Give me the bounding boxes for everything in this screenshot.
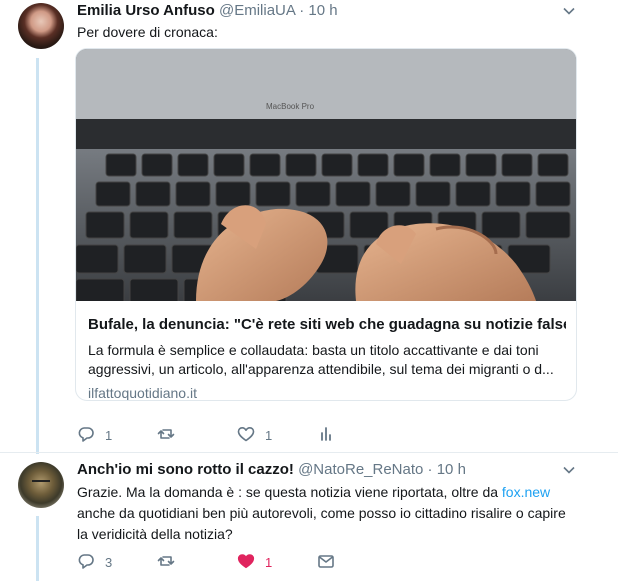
card-description: La formula è semplice e collaudata: bast… [88,342,554,377]
analytics-button[interactable] [317,425,335,446]
avatar[interactable] [18,462,64,508]
like-count: 1 [265,428,273,443]
reply-icon [77,552,95,573]
card-domain[interactable]: ilfattoquotidiano.it [88,385,566,400]
retweet-icon [157,425,175,446]
caret-down-icon[interactable] [562,4,576,18]
avatar-glasses [32,480,50,485]
user-handle[interactable]: @NatoRe_ReNato [298,461,423,478]
reply-icon [77,425,95,446]
retweet-button[interactable] [157,552,185,573]
like-icon [237,425,255,446]
card-image-text: MacBook Pro [266,102,315,111]
card-body: Bufale, la denuncia: "C'è rete siti web … [88,315,566,400]
tweet-header: Anch'io mi sono rotto il cazzo! @NatoRe_… [77,461,466,478]
tweet-text-part: anche da quotidiani ben più autorevoli, … [77,505,566,542]
avatar[interactable] [18,3,64,49]
like-button[interactable]: 1 [237,552,272,573]
caret-down-icon[interactable] [562,463,576,477]
reply-button[interactable]: 1 [77,425,112,446]
display-name[interactable]: Anch'io mi sono rotto il cazzo! [77,461,294,478]
card-image: MacBook Pro [76,49,576,301]
tweet-header: Emilia Urso Anfuso @EmiliaUA · 10 h [77,2,338,19]
thread-line-lower [36,516,39,581]
display-name[interactable]: Emilia Urso Anfuso [77,2,215,19]
tweet-text-part: Grazie. Ma la domanda è : se questa noti… [77,484,502,500]
retweet-button[interactable] [157,425,185,446]
tweet-divider [0,452,618,453]
tweet-text: Per dovere di cronaca: [77,24,218,40]
separator-dot: · [299,2,305,19]
direct-message-button[interactable] [317,552,335,573]
message-icon [317,552,335,573]
separator-dot: · [427,461,433,478]
retweet-icon [157,552,175,573]
like-icon [237,552,255,573]
user-handle[interactable]: @EmiliaUA [219,2,295,19]
timestamp[interactable]: 10 h [308,2,337,19]
thread-line [36,58,39,454]
timestamp[interactable]: 10 h [437,461,466,478]
tweet-text: Grazie. Ma la domanda è : se questa noti… [77,482,577,545]
reply-button[interactable]: 3 [77,552,112,573]
analytics-icon [317,425,335,446]
link-card[interactable]: MacBook Pro Bufale, la denuncia: "C'è re… [75,48,577,401]
like-count: 1 [265,555,273,570]
card-title[interactable]: Bufale, la denuncia: "C'è rete siti web … [88,315,566,335]
reply-count: 1 [105,428,113,443]
like-button[interactable]: 1 [237,425,272,446]
reply-count: 3 [105,555,113,570]
tweet-link[interactable]: fox.new [502,484,550,500]
